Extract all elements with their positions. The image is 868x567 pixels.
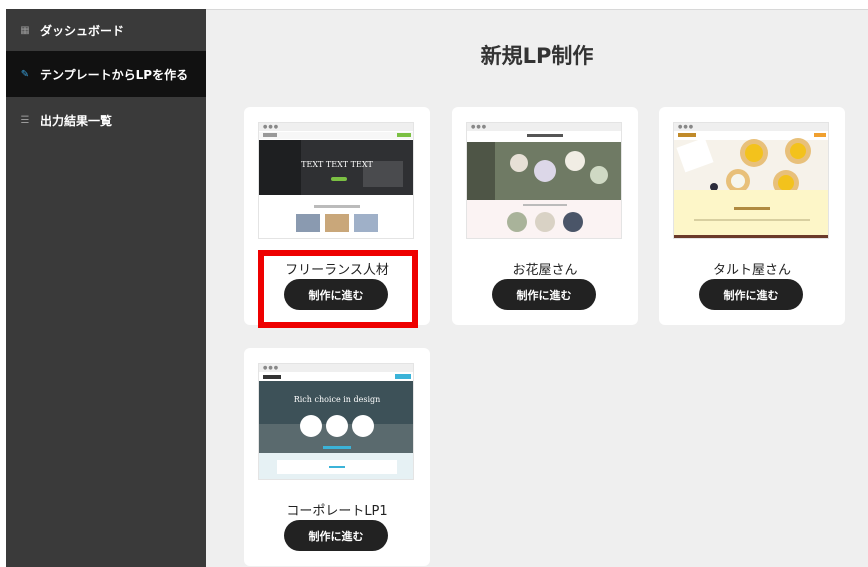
sidebar-item-label: ダッシュボード: [40, 23, 125, 38]
proceed-button[interactable]: 制作に進む: [284, 520, 388, 551]
thumbnail-hero-text: TEXT TEXT TEXT: [301, 160, 373, 169]
template-preview-image: [467, 134, 621, 238]
dashboard-icon: ▦: [20, 24, 30, 36]
template-preview-image: [259, 132, 413, 232]
sidebar-item-output-list[interactable]: ☰ 出力結果一覧: [6, 99, 206, 141]
template-card: ●●● お花屋さん 制作に進む: [452, 107, 638, 325]
template-preview-image: [674, 132, 828, 238]
sidebar-item-create-from-template[interactable]: ✎ テンプレートからLPを作る: [6, 51, 206, 97]
template-thumbnail[interactable]: ●●● TEXT TEXT TEXT: [258, 122, 414, 239]
highlight-box: [258, 250, 418, 328]
template-card: ●●● Rich choice in design コーポレートLP1 制作に進…: [244, 348, 430, 566]
sidebar-item-label: 出力結果一覧: [40, 113, 113, 128]
template-thumbnail[interactable]: ●●● Rich choice in design: [258, 363, 414, 480]
template-name: お花屋さん: [512, 263, 578, 278]
template-preview-image: [259, 373, 413, 479]
template-card: ●●● タルト屋さん 制作に進む: [659, 107, 845, 325]
list-icon: ☰: [20, 114, 30, 126]
page-title: 新規LP制作: [480, 44, 594, 68]
sidebar-item-dashboard[interactable]: ▦ ダッシュボード: [6, 9, 206, 51]
edit-icon: ✎: [20, 68, 30, 80]
template-name: コーポレートLP1: [286, 504, 388, 519]
proceed-button[interactable]: 制作に進む: [699, 279, 803, 310]
sidebar-item-label: テンプレートからLPを作る: [40, 67, 189, 82]
sidebar: ▦ ダッシュボード ✎ テンプレートからLPを作る ☰ 出力結果一覧: [6, 9, 206, 567]
thumbnail-hero-text: Rich choice in design: [293, 395, 381, 404]
proceed-button[interactable]: 制作に進む: [492, 279, 596, 310]
template-name: タルト屋さん: [712, 263, 791, 278]
template-thumbnail[interactable]: ●●●: [673, 122, 829, 239]
template-thumbnail[interactable]: ●●●: [466, 122, 622, 239]
